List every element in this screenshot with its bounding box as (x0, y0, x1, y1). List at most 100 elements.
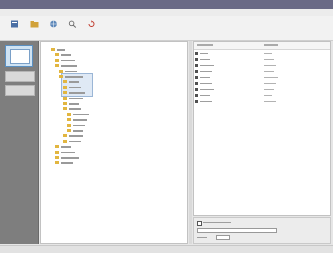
tree-node-label (61, 157, 79, 159)
list-header (194, 42, 330, 50)
list-item-type (264, 101, 276, 103)
tree-node-label (69, 81, 79, 83)
folder-icon (55, 156, 59, 159)
refresh-icon (88, 20, 94, 27)
list-item-name (200, 65, 214, 67)
list-item-name (200, 89, 214, 91)
list-item[interactable] (194, 69, 330, 74)
folder-icon (63, 85, 67, 89)
toolbar-button-3[interactable] (46, 19, 60, 39)
folder-icon (55, 145, 59, 149)
computer-icon (10, 49, 30, 64)
toolbar-button-4[interactable] (65, 19, 79, 39)
tree-node-label (73, 124, 85, 127)
sidebar-button-1[interactable] (5, 71, 35, 82)
list-item-type (264, 77, 278, 79)
list-item-name (200, 83, 212, 85)
globe-icon (49, 20, 57, 28)
toolbar (0, 16, 333, 41)
list-item[interactable] (194, 93, 330, 98)
tree-node-label (73, 130, 83, 132)
folder-icon (59, 69, 63, 73)
tree-node-label (61, 162, 73, 164)
list-item-type (264, 83, 276, 85)
tree-node-label (61, 146, 71, 148)
tree-node-label (69, 108, 81, 110)
options-panel (193, 217, 331, 244)
tree-node-label (69, 92, 85, 94)
list-item-type (264, 65, 276, 67)
folder-icon (55, 58, 59, 62)
list-item[interactable] (194, 87, 330, 92)
toolbar-button-2[interactable] (27, 19, 41, 39)
folder-icon (63, 96, 67, 100)
folder-icon (55, 64, 59, 68)
folder-icon (63, 91, 67, 95)
file-icon (195, 58, 198, 61)
file-icon (195, 88, 198, 91)
tree-node-label (69, 97, 83, 100)
list-item-type (264, 95, 272, 97)
option-checkbox[interactable] (197, 221, 202, 226)
sidebar-tile-selected[interactable] (5, 45, 33, 67)
toolbar-button-1[interactable] (7, 19, 21, 39)
pane-splitter[interactable] (189, 41, 192, 244)
option-spinner[interactable] (216, 235, 230, 240)
tree-node-label (61, 65, 77, 67)
folder-icon (51, 48, 55, 51)
folder-icon (55, 150, 59, 154)
folder-tree-panel (40, 41, 188, 244)
folder-icon (67, 112, 71, 116)
folder-icon (30, 21, 38, 28)
file-list-panel (193, 41, 331, 216)
file-icon (195, 82, 198, 85)
list-item[interactable] (194, 57, 330, 62)
list-item-name (200, 53, 208, 55)
folder-icon (63, 80, 67, 84)
list-item[interactable] (194, 99, 330, 104)
toolbar-button-5[interactable] (84, 19, 98, 39)
list-item-type (264, 53, 272, 55)
title-bar (0, 0, 333, 9)
file-icon (195, 64, 198, 67)
tree-node-label (61, 54, 71, 56)
folder-icon (67, 129, 71, 132)
list-item-type (264, 89, 274, 91)
tree-node-label (69, 140, 81, 143)
folder-icon (63, 107, 67, 111)
tree-node-label (65, 76, 83, 78)
tree-node-label (69, 86, 81, 89)
folder-icon (59, 75, 63, 78)
folder-icon (55, 161, 59, 165)
file-icon (195, 52, 198, 55)
list-item-type (264, 71, 274, 73)
search-icon (68, 20, 76, 28)
tree-node-label (69, 135, 83, 137)
list-item[interactable] (194, 81, 330, 86)
folder-icon (67, 118, 71, 122)
tree-node-label (73, 119, 87, 121)
file-icon (195, 100, 198, 103)
list-item-type (264, 59, 274, 61)
tree-node-label (61, 151, 75, 154)
tree-node-label (57, 49, 65, 51)
file-icon (195, 70, 198, 73)
list-item[interactable] (194, 75, 330, 80)
file-icon (195, 76, 198, 79)
sidebar-button-2[interactable] (5, 85, 35, 96)
list-item-name (200, 59, 210, 61)
path-field[interactable] (197, 228, 277, 233)
list-item[interactable] (194, 63, 330, 68)
list-item-name (200, 95, 210, 97)
document-icon (10, 20, 18, 28)
tree-node-label (61, 59, 75, 62)
column-header-name[interactable] (197, 44, 213, 46)
list-item-name (200, 71, 212, 73)
folder-icon (63, 102, 67, 105)
option-label (197, 237, 207, 239)
list-item-name (200, 77, 210, 79)
list-item-name (200, 101, 212, 103)
list-item[interactable] (194, 51, 330, 56)
folder-icon (67, 123, 71, 127)
column-header-type[interactable] (264, 44, 278, 46)
